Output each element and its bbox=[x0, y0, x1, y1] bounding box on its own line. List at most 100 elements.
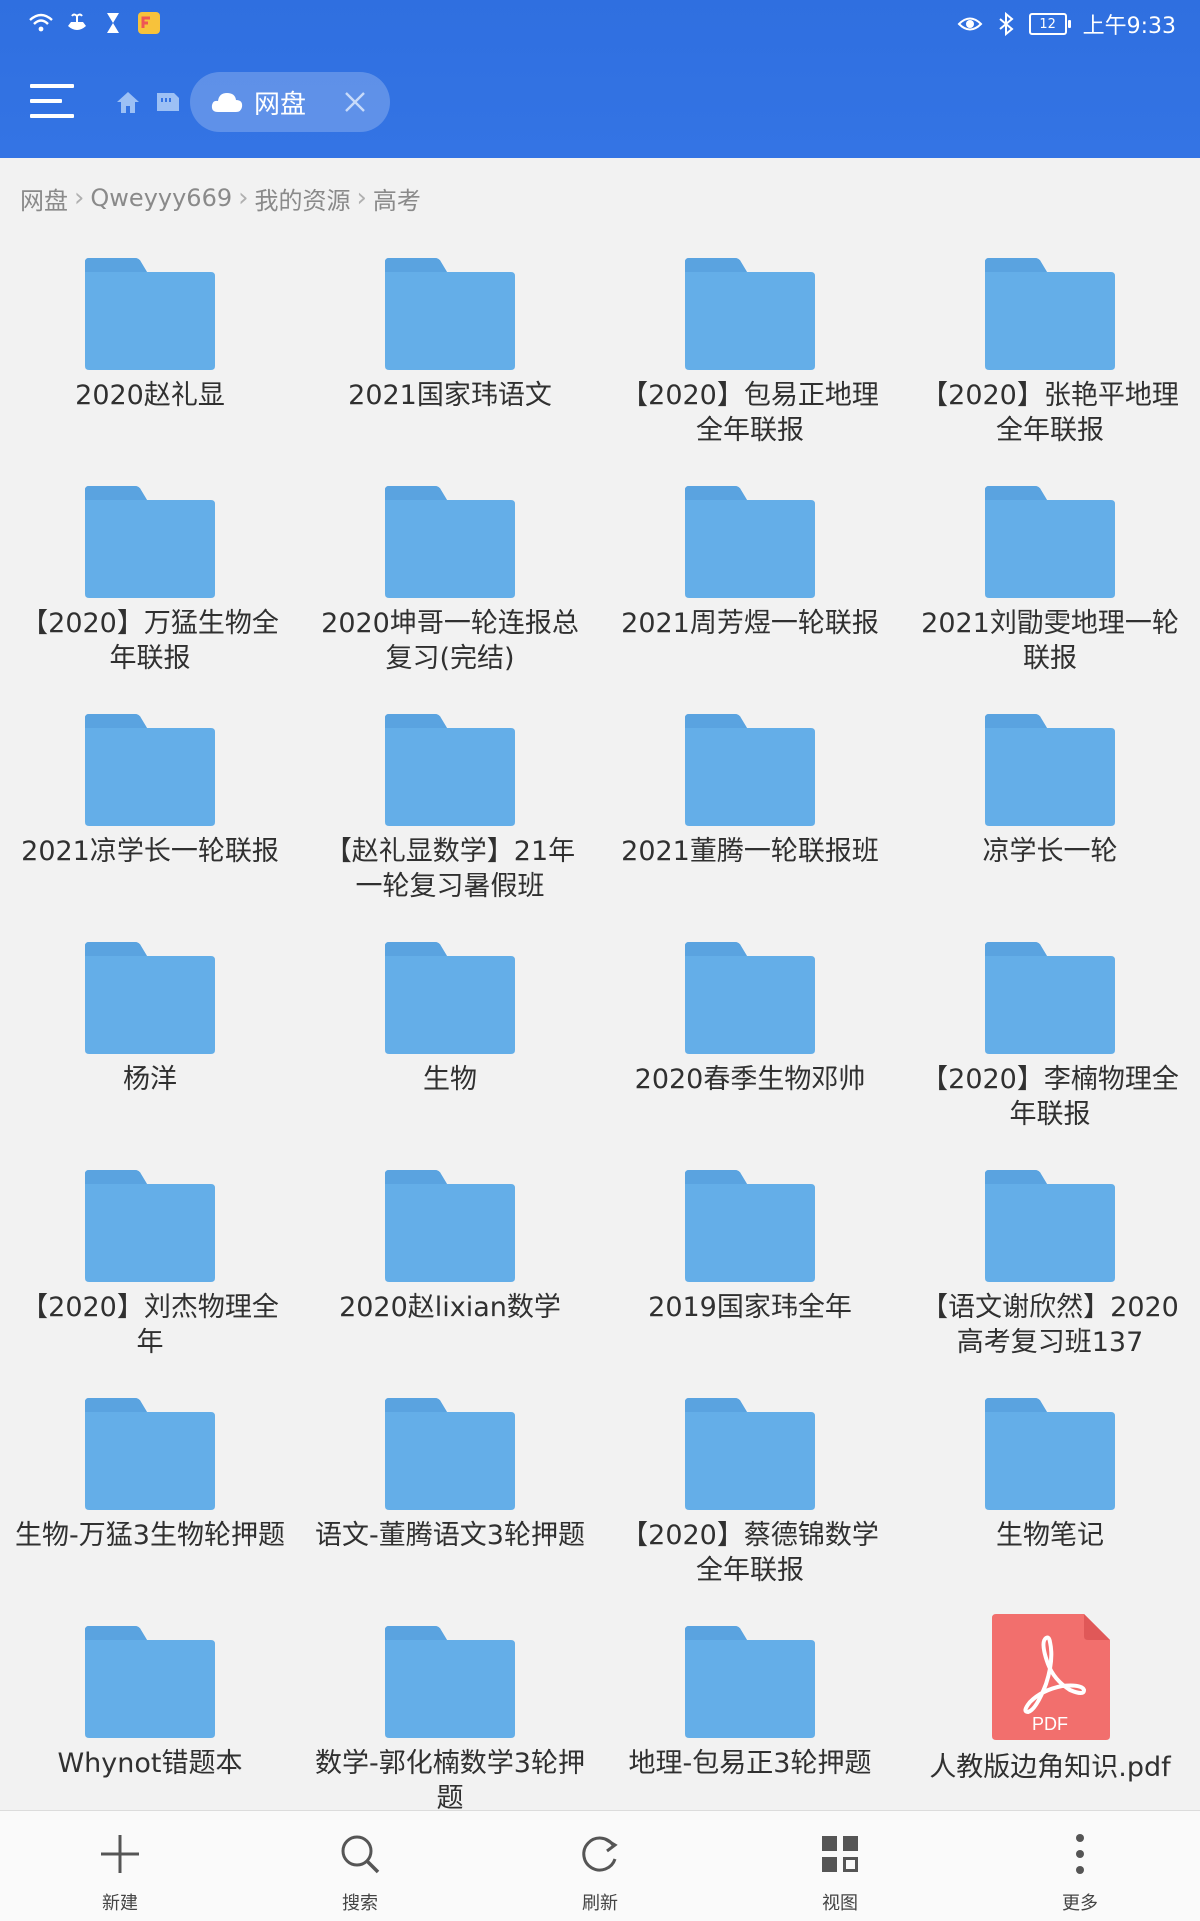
pdf-icon: PDF bbox=[992, 1614, 1110, 1740]
folder-item[interactable]: 2020赵礼显 bbox=[0, 250, 300, 478]
folder-icon bbox=[85, 1398, 215, 1510]
folder-item[interactable]: 2021凉学长一轮联报 bbox=[0, 706, 300, 934]
folder-item[interactable]: 【2020】包易正地理全年联报 bbox=[600, 250, 900, 478]
breadcrumb-item-user[interactable]: Qweyyy669 bbox=[90, 184, 232, 212]
app-header: 12 上午9:33 网盘 bbox=[0, 0, 1200, 158]
folder-item[interactable]: 凉学长一轮 bbox=[900, 706, 1200, 934]
folder-icon bbox=[685, 486, 815, 598]
breadcrumb-item-root[interactable]: 网盘 bbox=[20, 181, 68, 216]
menu-icon[interactable] bbox=[30, 84, 74, 124]
folder-item[interactable]: 生物 bbox=[300, 934, 600, 1162]
folder-item[interactable]: 【赵礼显数学】21年一轮复习暑假班 bbox=[300, 706, 600, 934]
toolbar: 网盘 bbox=[0, 60, 1200, 150]
folder-item[interactable]: 2019国家玮全年 bbox=[600, 1162, 900, 1390]
battery-icon: 12 bbox=[1028, 13, 1071, 35]
folder-icon bbox=[385, 258, 515, 370]
tab-netdisk[interactable]: 网盘 bbox=[190, 72, 390, 132]
folder-icon bbox=[85, 1170, 215, 1282]
folder-icon bbox=[985, 486, 1115, 598]
notification-icon bbox=[68, 13, 86, 30]
folder-item[interactable]: 语文-董腾语文3轮押题 bbox=[300, 1390, 600, 1618]
folder-icon bbox=[385, 486, 515, 598]
bluetooth-icon bbox=[998, 11, 1014, 37]
folder-icon bbox=[685, 942, 815, 1054]
item-label: 【语文谢欣然】2020高考复习班137 bbox=[921, 1292, 1179, 1358]
close-icon[interactable] bbox=[342, 89, 368, 115]
item-label: 数学-郭化楠数学3轮押题 bbox=[315, 1748, 585, 1814]
folder-icon bbox=[85, 1626, 215, 1738]
folder-icon bbox=[385, 1170, 515, 1282]
item-label: 杨洋 bbox=[123, 1064, 177, 1095]
folder-icon bbox=[385, 1626, 515, 1738]
more-button-label: 更多 bbox=[1062, 1893, 1098, 1914]
item-label: 生物 bbox=[423, 1064, 477, 1095]
chevron-right-icon: › bbox=[74, 183, 85, 213]
item-label: 生物-万猛3生物轮押题 bbox=[15, 1520, 285, 1551]
item-label: 生物笔记 bbox=[996, 1520, 1104, 1551]
folder-item[interactable]: 2021刘勖雯地理一轮联报 bbox=[900, 478, 1200, 706]
new-button[interactable]: 新建 bbox=[0, 1811, 240, 1921]
folder-item[interactable]: 2021国家玮语文 bbox=[300, 250, 600, 478]
folder-item[interactable]: 【2020】张艳平地理全年联报 bbox=[900, 250, 1200, 478]
folder-item[interactable]: 2020坤哥一轮连报总复习(完结) bbox=[300, 478, 600, 706]
status-right: 12 上午9:33 bbox=[957, 8, 1176, 40]
search-button[interactable]: 搜索 bbox=[240, 1811, 480, 1921]
home-icon[interactable] bbox=[114, 88, 142, 116]
folder-icon bbox=[85, 258, 215, 370]
grid-view-icon bbox=[822, 1836, 858, 1872]
folder-item[interactable]: 【2020】刘杰物理全年 bbox=[0, 1162, 300, 1390]
folder-icon bbox=[85, 714, 215, 826]
status-time: 上午9:33 bbox=[1082, 14, 1176, 39]
view-button[interactable]: 视图 bbox=[720, 1811, 960, 1921]
folder-item[interactable]: 【2020】蔡德锦数学全年联报 bbox=[600, 1390, 900, 1618]
folder-icon bbox=[685, 258, 815, 370]
folder-icon bbox=[685, 1626, 815, 1738]
folder-item[interactable]: 【语文谢欣然】2020高考复习班137 bbox=[900, 1162, 1200, 1390]
folder-item[interactable]: 生物笔记 bbox=[900, 1390, 1200, 1618]
folder-icon bbox=[385, 942, 515, 1054]
folder-item[interactable]: 杨洋 bbox=[0, 934, 300, 1162]
new-button-label: 新建 bbox=[102, 1893, 138, 1914]
item-label: 2021周芳煜一轮联报 bbox=[621, 608, 879, 639]
refresh-button[interactable]: 刷新 bbox=[480, 1811, 720, 1921]
file-grid: 2020赵礼显 2021国家玮语文 【2020】包易正地理全年联报 【2020】张艳平… bbox=[0, 250, 1200, 1846]
folder-item[interactable]: 2020春季生物邓帅 bbox=[600, 934, 900, 1162]
folder-icon bbox=[985, 714, 1115, 826]
item-label: 【2020】蔡德锦数学全年联报 bbox=[621, 1520, 879, 1586]
folder-item[interactable]: 【2020】万猛生物全年联报 bbox=[0, 478, 300, 706]
folder-icon bbox=[685, 714, 815, 826]
folder-icon bbox=[85, 942, 215, 1054]
app-notification-icon bbox=[138, 12, 160, 34]
item-label: 2021刘勖雯地理一轮联报 bbox=[921, 608, 1179, 674]
item-label: 地理-包易正3轮押题 bbox=[628, 1748, 872, 1779]
item-label: 【2020】包易正地理全年联报 bbox=[621, 380, 879, 446]
item-label: 人教版边角知识.pdf bbox=[929, 1752, 1171, 1783]
status-bar: 12 上午9:33 bbox=[0, 0, 1200, 50]
item-label: 【赵礼显数学】21年一轮复习暑假班 bbox=[324, 836, 576, 902]
folder-icon bbox=[685, 1398, 815, 1510]
chevron-right-icon: › bbox=[238, 183, 249, 213]
breadcrumb-item-current[interactable]: 高考 bbox=[373, 181, 421, 216]
folder-item[interactable]: 生物-万猛3生物轮押题 bbox=[0, 1390, 300, 1618]
breadcrumb-item-resources[interactable]: 我的资源 bbox=[255, 181, 351, 216]
more-button[interactable]: 更多 bbox=[960, 1811, 1200, 1921]
plus-icon bbox=[101, 1835, 139, 1873]
item-label: 2019国家玮全年 bbox=[648, 1292, 852, 1323]
pdf-badge: PDF bbox=[1032, 1714, 1068, 1734]
eye-icon bbox=[957, 17, 983, 31]
breadcrumb: 网盘 › Qweyyy669 › 我的资源 › 高考 bbox=[20, 178, 421, 218]
folder-item[interactable]: 2021董腾一轮联报班 bbox=[600, 706, 900, 934]
hourglass-icon bbox=[107, 13, 119, 33]
more-icon bbox=[1076, 1834, 1084, 1874]
folder-item[interactable]: 【2020】李楠物理全年联报 bbox=[900, 934, 1200, 1162]
refresh-icon bbox=[582, 1836, 618, 1872]
item-label: 2020坤哥一轮连报总复习(完结) bbox=[321, 608, 579, 674]
item-label: 【2020】张艳平地理全年联报 bbox=[921, 380, 1179, 446]
search-icon bbox=[341, 1835, 380, 1874]
folder-item[interactable]: 2021周芳煜一轮联报 bbox=[600, 478, 900, 706]
storage-card-icon[interactable] bbox=[154, 90, 182, 114]
folder-icon bbox=[985, 1170, 1115, 1282]
bottom-toolbar: 新建 搜索 刷新 视图 更多 bbox=[0, 1810, 1200, 1921]
item-label: 2021国家玮语文 bbox=[348, 380, 552, 411]
folder-item[interactable]: 2020赵lixian数学 bbox=[300, 1162, 600, 1390]
